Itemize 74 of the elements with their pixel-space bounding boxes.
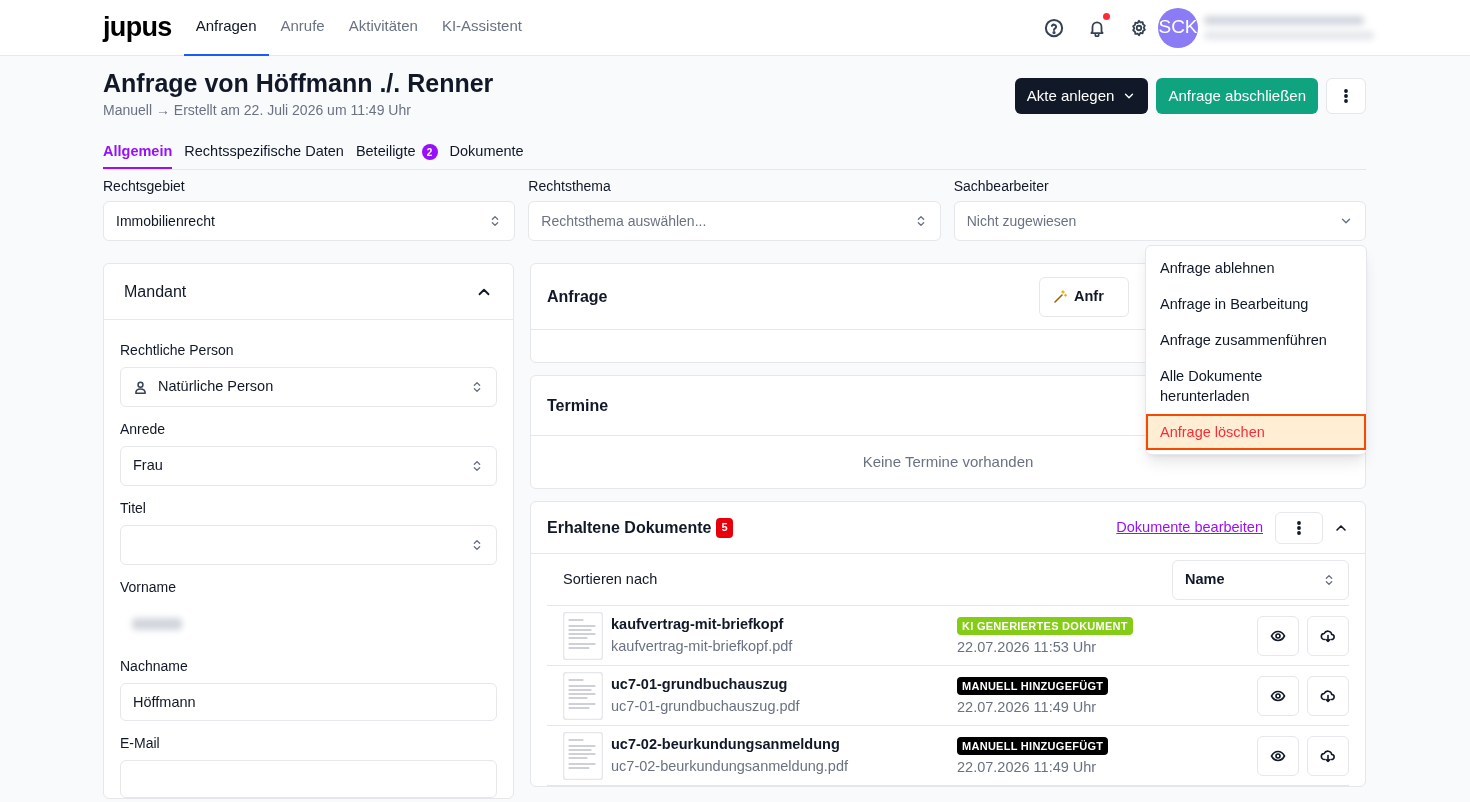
card-title: Anfrage [547,286,608,307]
select-field[interactable]: Frau [120,446,497,486]
field-label: Vorname [120,578,178,597]
text-field[interactable] [120,760,497,798]
nav-tab[interactable]: Aktivitäten [336,0,430,56]
select-field[interactable]: Natürliche Person [120,367,497,407]
sort-label: Sortieren nach [563,569,658,589]
menu-item[interactable]: Anfrage ablehnen [1146,250,1366,286]
document-name[interactable]: kaufvertrag-mit-briefkopf [611,613,957,636]
source-tag: MANUELL HINZUGEFÜGT [957,676,1109,696]
nav-tab[interactable]: Anrufe [268,0,337,56]
field-label: Anrede [120,420,167,439]
document-name[interactable]: uc7-02-beurkundungsanmeldung [611,733,957,756]
tab[interactable]: Beteiligte 2 [355,137,438,169]
tab[interactable]: Allgemein [103,137,173,169]
settings-icon[interactable] [1130,18,1148,37]
magic-wand-icon [1052,288,1068,305]
select-field[interactable]: Nicht zugewiesen [953,201,1366,241]
document-date: 22.07.2026 11:53 Uhr [957,637,1098,657]
person-icon [133,379,148,395]
generate-button[interactable]: Anfr [1039,276,1129,317]
select-field[interactable] [120,525,497,565]
tab[interactable]: Rechtsspezifische Daten [184,137,344,169]
field-label: Rechtliche Person [120,341,235,360]
card-title: Termine [547,395,609,416]
menu-item[interactable]: Anfrage zusammenführen [1146,322,1366,358]
more-button[interactable] [1275,511,1323,544]
field-label: Rechtsthema [528,177,612,196]
document-thumbnail [563,731,603,780]
file-name: kaufvertrag-mit-briefkopf.pdf [611,636,794,656]
cloud-download-icon [1320,627,1336,644]
app-logo[interactable]: jupus [103,7,172,48]
tab[interactable]: Dokumente [449,137,524,169]
field-label: Nachname [120,657,189,676]
nav-tab[interactable]: KI-Assistent [429,0,534,56]
file-name: uc7-01-grundbuchauszug.pdf [611,696,801,716]
preview-button[interactable] [1257,735,1299,776]
field-label: Titel [120,499,147,518]
empty-message: Keine Termine vorhanden [862,451,1034,472]
download-button[interactable] [1307,735,1349,776]
menu-item[interactable]: Anfrage in Bearbeitung [1146,286,1366,322]
file-name: uc7-02-beurkundungsanmeldung.pdf [611,756,849,776]
cloud-download-icon [1320,687,1336,704]
document-thumbnail [563,611,603,660]
create-file-button[interactable]: Akte anlegen [1014,78,1149,114]
field-label: Rechtsgebiet [103,177,186,196]
page-subtitle: Manuell → Erstellt am 22. Juli 2026 um 11:49 Uhr [103,101,412,120]
text-field[interactable]: Höffmann [120,683,497,721]
download-button[interactable] [1307,675,1349,716]
cloud-download-icon [1320,747,1336,764]
source-tag: KI GENERIERTES DOKUMENT [957,616,1133,636]
count-badge: 2 [421,144,438,160]
menu-item[interactable]: Alle Dokumente herunterladen [1146,358,1366,414]
select-field[interactable]: Rechtsthema auswählen... [528,201,941,241]
preview-button[interactable] [1257,615,1299,656]
document-date: 22.07.2026 11:49 Uhr [957,697,1098,717]
panel-title: Mandant [124,281,187,302]
nav-tab[interactable]: Anfragen [183,0,269,56]
count-badge: 5 [716,517,733,538]
document-name[interactable]: uc7-01-grundbuchauszug [611,673,957,696]
field-label: Sachbearbeiter [953,177,1050,196]
edit-documents-link[interactable]: Dokumente bearbeiten [1116,516,1263,539]
help-icon[interactable] [1044,17,1064,38]
document-date: 22.07.2026 11:49 Uhr [957,757,1098,777]
document-thumbnail [563,671,603,720]
source-tag: MANUELL HINZUGEFÜGT [957,736,1109,756]
card-title: Erhaltene Dokumente [547,517,712,538]
field-label: E-Mail [120,734,161,753]
page-title: Anfrage von Höffmann ./. Renner [103,68,494,98]
more-button[interactable] [1326,78,1366,114]
select-field[interactable]: Immobilienrecht [103,201,516,241]
download-button[interactable] [1307,615,1349,656]
sort-select[interactable]: Name [1172,559,1349,600]
preview-button[interactable] [1257,675,1299,716]
